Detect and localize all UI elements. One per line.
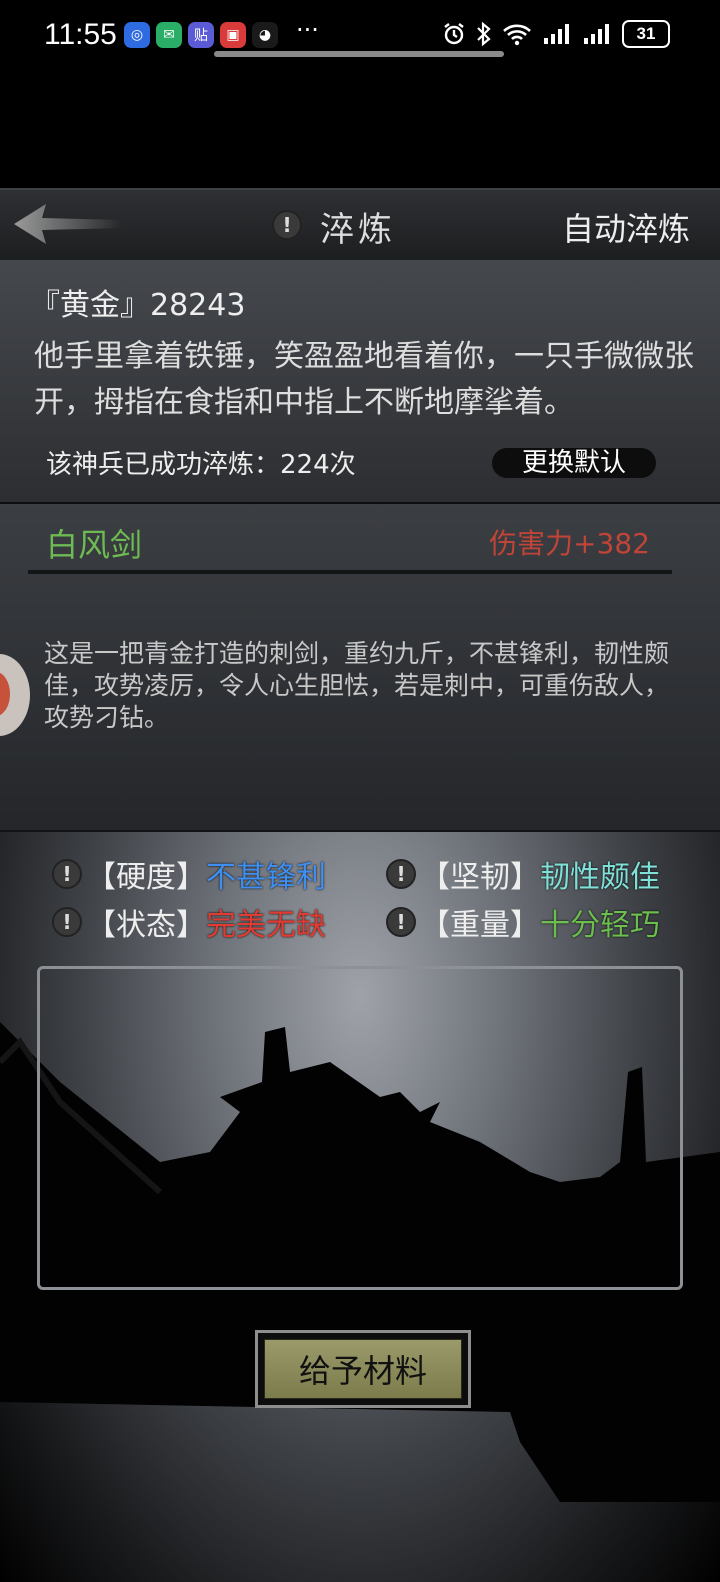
give-material-button[interactable]: 给予材料 <box>255 1330 471 1408</box>
qq-icon: ◕ <box>252 22 278 48</box>
help-icon[interactable]: ! <box>272 210 302 240</box>
attribute-value: 完美无缺 <box>206 908 326 943</box>
attribute-label: 【硬度】 <box>86 860 206 895</box>
notification-icons: ◎ ✉ 贴 ▣ ◕ <box>124 22 278 48</box>
attribute-value: 不甚锋利 <box>206 860 326 895</box>
change-default-button[interactable]: 更换默认 <box>492 448 656 478</box>
wechat-icon: ✉ <box>156 22 182 48</box>
more-notifications-icon: ··· <box>296 16 319 44</box>
weapon-panel: 白风剑 伤害力+382 这是一把青金打造的刺剑，重约九斤，不甚锋利，韧性颇佳，攻… <box>0 504 720 833</box>
page-title: 淬炼 <box>320 210 396 250</box>
status-bar: 11:55 ◎ ✉ 贴 ▣ ◕ ··· 31 <box>0 0 720 72</box>
attribute-value: 韧性颇佳 <box>540 860 660 895</box>
weapon-damage: 伤害力+382 <box>489 527 650 560</box>
help-icon[interactable]: ! <box>52 859 82 889</box>
blacksmith-panel: 『黄金』28243 他手里拿着铁锤，笑盈盈地看着你，一只手微微张开，拇指在食指和… <box>0 260 720 504</box>
back-arrow-icon[interactable] <box>12 200 122 248</box>
attribute-hardness: ! 【硬度】 不甚锋利 <box>52 852 326 896</box>
signal-icon-1 <box>544 24 569 44</box>
weapon-emblem-icon <box>0 654 30 736</box>
attribute-weight: ! 【重量】 十分轻巧 <box>386 900 660 944</box>
attribute-value: 十分轻巧 <box>540 908 660 943</box>
browser-icon: ◎ <box>124 22 150 48</box>
material-slot[interactable] <box>37 966 683 1290</box>
attribute-condition: ! 【状态】 完美无缺 <box>52 900 326 944</box>
battery-icon: 31 <box>622 20 670 48</box>
attribute-label: 【状态】 <box>86 908 206 943</box>
blacksmith-name: 『黄金』28243 <box>30 288 246 323</box>
tieba-icon: 贴 <box>188 22 214 48</box>
weapon-name: 白风剑 <box>46 526 143 564</box>
bluetooth-icon <box>477 21 491 47</box>
refine-count: 该神兵已成功淬炼：224次 <box>46 450 356 480</box>
status-time: 11:55 <box>44 18 117 51</box>
wifi-icon <box>503 24 531 46</box>
help-icon[interactable]: ! <box>386 907 416 937</box>
system-indicators: 31 <box>442 20 670 48</box>
title-bar: ! 淬炼 自动淬炼 <box>0 188 720 262</box>
alarm-icon <box>444 23 464 45</box>
signal-icon-2 <box>584 24 609 44</box>
help-icon[interactable]: ! <box>52 907 82 937</box>
blacksmith-description: 他手里拿着铁锤，笑盈盈地看着你，一只手微微张开，拇指在食指和中指上不断地摩挲着。 <box>34 339 694 420</box>
divider <box>28 570 672 574</box>
auto-refine-button[interactable]: 自动淬炼 <box>562 204 690 250</box>
attribute-toughness: ! 【坚韧】 韧性颇佳 <box>386 852 660 896</box>
help-icon[interactable]: ! <box>386 859 416 889</box>
weapon-description: 这是一把青金打造的刺剑，重约九斤，不甚锋利，韧性颇佳，攻势凌厉，令人心生胆怯，若… <box>44 639 670 732</box>
refine-area: ! 【硬度】 不甚锋利 ! 【坚韧】 韧性颇佳 ! 【状态】 完美无缺 ! 【重… <box>0 832 720 1582</box>
attribute-label: 【坚韧】 <box>420 860 540 895</box>
give-material-label: 给予材料 <box>264 1339 462 1399</box>
news-icon: ▣ <box>220 22 246 48</box>
attribute-label: 【重量】 <box>420 908 540 943</box>
camera-pill <box>214 51 504 57</box>
